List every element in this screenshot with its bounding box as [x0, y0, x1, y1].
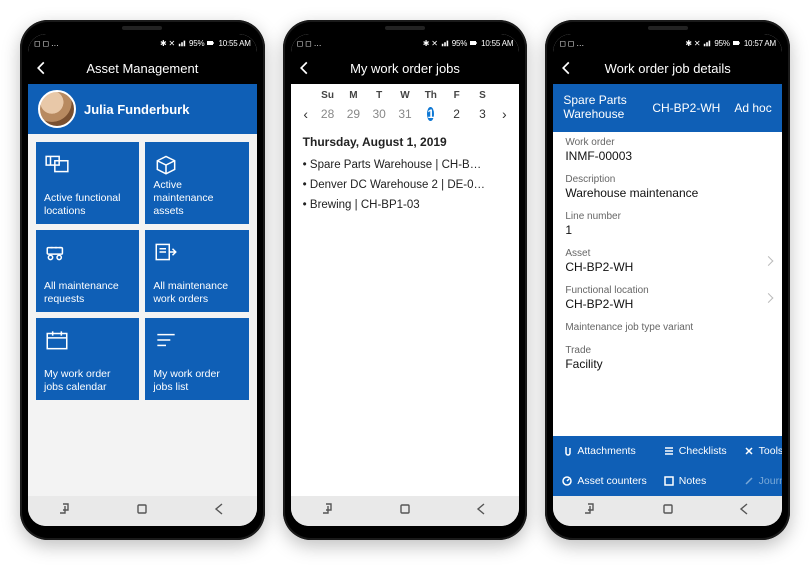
- back-button[interactable]: [559, 61, 581, 75]
- field-asset[interactable]: AssetCH-BP2-WH: [553, 243, 782, 280]
- tile-my-work-order-jobs-list[interactable]: My work order jobs list: [145, 318, 248, 400]
- cal-day[interactable]: 2: [444, 107, 470, 121]
- calendar-strip: SuM TW ThF S ‹ 28 29 30 31 1 2 3 ›: [291, 84, 520, 125]
- tab-name[interactable]: Spare Parts Warehouse: [563, 94, 638, 122]
- status-bar: ◻ ◻ … ✱ ✕ 95% 10:55 AM: [28, 34, 257, 52]
- field-line-number: Line number1: [553, 206, 782, 243]
- field-functional-location[interactable]: Functional locationCH-BP2-WH: [553, 280, 782, 317]
- locations-icon: [44, 150, 131, 178]
- field-trade: TradeFacility: [553, 340, 782, 377]
- back-nav-button[interactable]: [473, 501, 489, 522]
- cal-day[interactable]: 3: [470, 107, 496, 121]
- back-button[interactable]: [34, 61, 56, 75]
- action-tools[interactable]: Tools: [735, 436, 782, 466]
- back-button[interactable]: [297, 61, 319, 75]
- workorders-icon: [153, 238, 240, 266]
- cal-day[interactable]: 30: [366, 107, 392, 121]
- cal-day-selected[interactable]: 1: [418, 103, 444, 125]
- recent-apps-button[interactable]: [58, 501, 74, 522]
- avatar: [38, 90, 76, 128]
- tile-active-maintenance-assets[interactable]: Active maintenance assets: [145, 142, 248, 224]
- page-title: Work order job details: [553, 61, 782, 76]
- page-title: My work order jobs: [291, 61, 520, 76]
- page-title: Asset Management: [28, 61, 257, 76]
- phone-my-work-order-jobs: ◻ ◻ … ✱ ✕ 95% 10:55 AM My work order job…: [283, 20, 528, 540]
- status-bar: ◻ ◻ … ✱ ✕ 95% 10:57 AM: [553, 34, 782, 52]
- action-asset-counters[interactable]: Asset counters: [553, 466, 654, 496]
- phone-asset-management: ◻ ◻ … ✱ ✕ 95% 10:55 AM Asset Management …: [20, 20, 265, 540]
- action-journal[interactable]: Journal: [735, 466, 782, 496]
- user-bar[interactable]: Julia Funderburk: [28, 84, 257, 134]
- field-work-order: Work orderINMF-00003: [553, 132, 782, 169]
- home-button[interactable]: [660, 501, 676, 522]
- recent-apps-button[interactable]: [583, 501, 599, 522]
- field-description: DescriptionWarehouse maintenance: [553, 169, 782, 206]
- action-bar: Attachments Checklists Tools Asset count…: [553, 436, 782, 496]
- home-button[interactable]: [134, 501, 150, 522]
- package-icon: [153, 150, 240, 178]
- job-list-item[interactable]: • Brewing | CH-BP1-03: [303, 195, 508, 215]
- field-job-type-variant: Maintenance job type variant: [553, 317, 782, 340]
- cal-day[interactable]: 29: [340, 107, 366, 121]
- topbar: Work order job details: [553, 52, 782, 84]
- tab-code[interactable]: CH-BP2-WH: [652, 101, 720, 115]
- calendar-icon: [44, 326, 131, 354]
- android-nav: [553, 496, 782, 526]
- tile-all-maintenance-work-orders[interactable]: All maintenance work orders: [145, 230, 248, 312]
- detail-fields: Work orderINMF-00003 DescriptionWarehous…: [553, 132, 782, 436]
- status-bar: ◻ ◻ … ✱ ✕ 95% 10:55 AM: [291, 34, 520, 52]
- user-name: Julia Funderburk: [84, 102, 189, 117]
- android-nav: [28, 496, 257, 526]
- android-nav: [291, 496, 520, 526]
- detail-tabs: Spare Parts Warehouse CH-BP2-WH Ad hoc: [553, 84, 782, 132]
- home-button[interactable]: [397, 501, 413, 522]
- action-checklists[interactable]: Checklists: [655, 436, 735, 466]
- list-icon: [153, 326, 240, 354]
- phone-work-order-job-details: ◻ ◻ … ✱ ✕ 95% 10:57 AM Work order job de…: [545, 20, 790, 540]
- next-week-button[interactable]: ›: [495, 106, 513, 122]
- tile-active-functional-locations[interactable]: Active functional locations: [36, 142, 139, 224]
- topbar: My work order jobs: [291, 52, 520, 84]
- cal-day[interactable]: 31: [392, 107, 418, 121]
- calendar-date-title: Thursday, August 1, 2019: [291, 125, 520, 155]
- back-nav-button[interactable]: [736, 501, 752, 522]
- action-attachments[interactable]: Attachments: [553, 436, 654, 466]
- back-nav-button[interactable]: [211, 501, 227, 522]
- requests-icon: [44, 238, 131, 266]
- job-list: • Spare Parts Warehouse | CH-B… • Denver…: [291, 155, 520, 215]
- action-notes[interactable]: Notes: [655, 466, 735, 496]
- tile-my-work-order-jobs-calendar[interactable]: My work order jobs calendar: [36, 318, 139, 400]
- recent-apps-button[interactable]: [321, 501, 337, 522]
- job-list-item[interactable]: • Denver DC Warehouse 2 | DE-0…: [303, 175, 508, 195]
- prev-week-button[interactable]: ‹: [297, 106, 315, 122]
- tile-all-maintenance-requests[interactable]: All maintenance requests: [36, 230, 139, 312]
- cal-day[interactable]: 28: [315, 107, 341, 121]
- topbar: Asset Management: [28, 52, 257, 84]
- tab-adhoc[interactable]: Ad hoc: [734, 101, 771, 115]
- job-list-item[interactable]: • Spare Parts Warehouse | CH-B…: [303, 155, 508, 175]
- tiles-grid: Active functional locations Active maint…: [28, 134, 257, 408]
